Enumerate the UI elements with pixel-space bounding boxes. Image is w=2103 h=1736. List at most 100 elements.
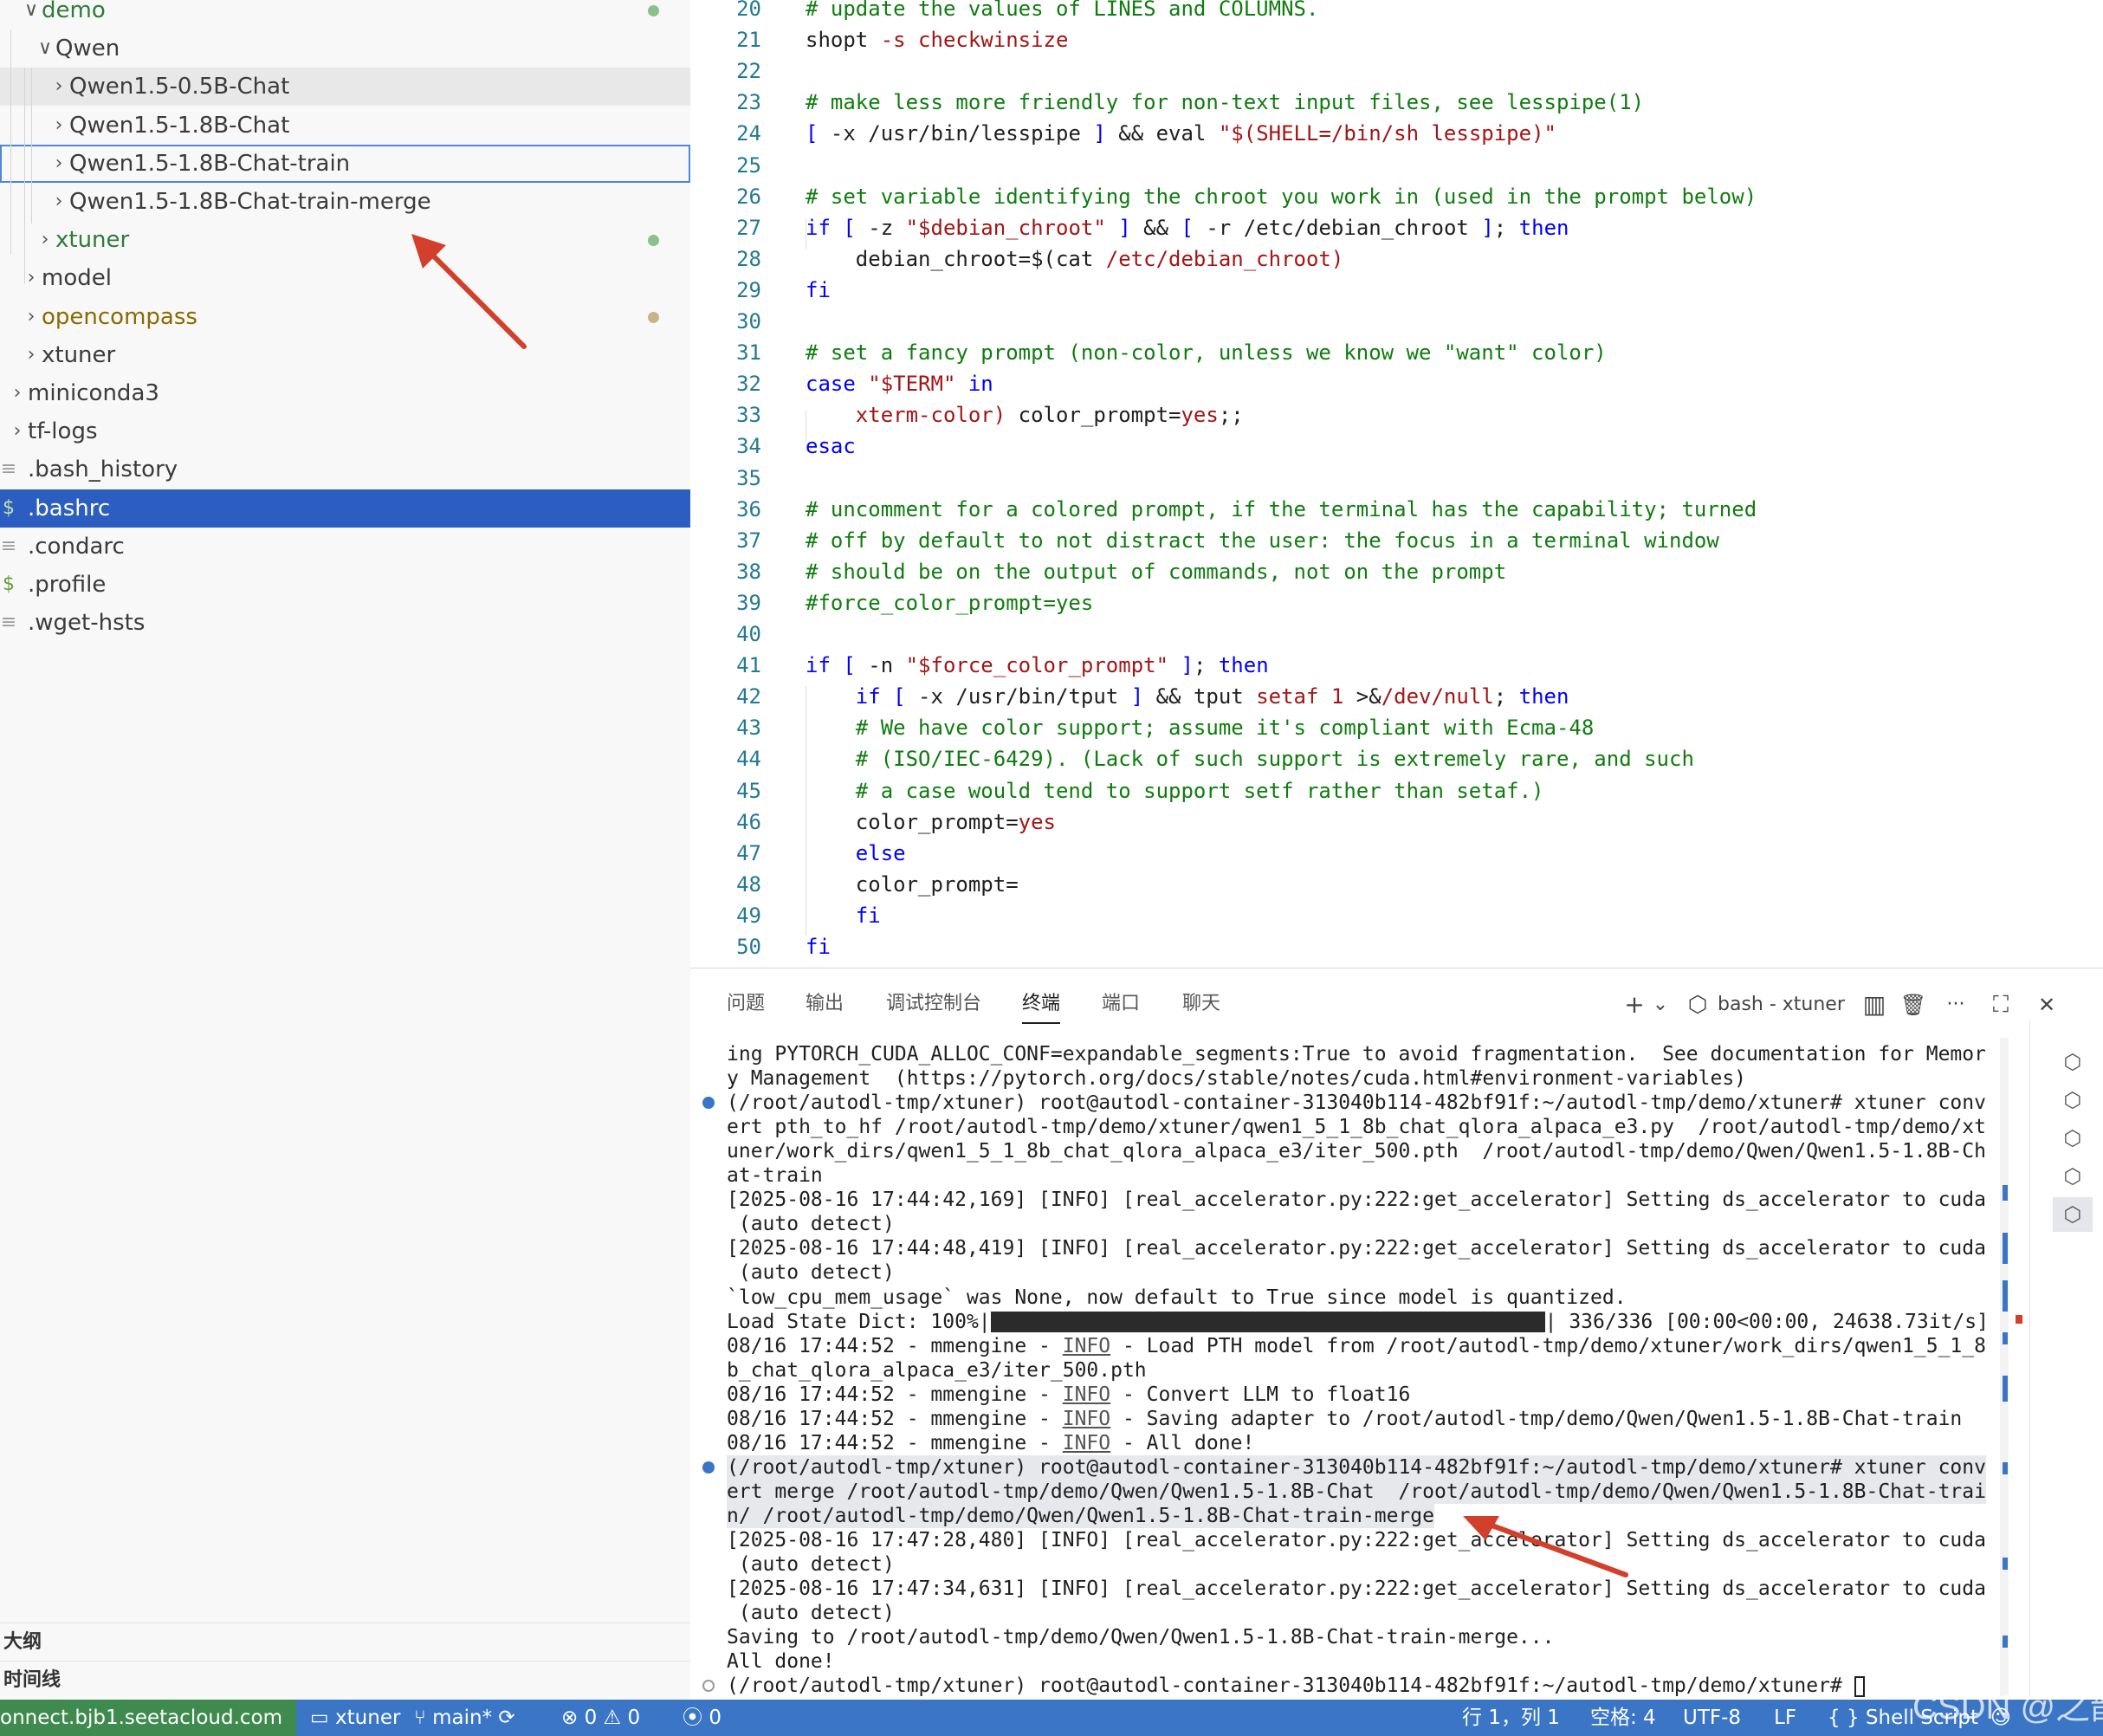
tree-item[interactable]: ∨ Qwen (0, 29, 690, 68)
code-line[interactable]: 33 xterm-color) color_prompt=yes;; (690, 399, 2103, 431)
line-source: # uncomment for a colored prompt, if the… (806, 496, 1757, 521)
code-line[interactable]: 23 # make less more friendly for non-text… (690, 87, 2103, 118)
chevron-down-icon[interactable]: ⌄ (1650, 988, 1671, 1022)
text-file-icon: ≡ (0, 534, 17, 557)
terminal-instance-icon[interactable]: ⬡ (2053, 1121, 2093, 1156)
new-terminal-icon[interactable]: + (1617, 988, 1652, 1022)
code-line[interactable]: 49 fi (690, 900, 2103, 931)
panel-tab[interactable]: 终端 (1022, 986, 1061, 1024)
terminal-instance-icon[interactable]: ⬡ (2053, 1045, 2093, 1079)
tree-item[interactable]: ≡ .wget-hsts (0, 604, 690, 642)
terminal-instance-icon[interactable]: ⬡ (2053, 1083, 2093, 1117)
code-line[interactable]: 40 (690, 619, 2103, 650)
tree-item[interactable]: › Qwen1.5-1.8B-Chat-train (0, 144, 690, 183)
tree-item[interactable]: ≡ .condarc (0, 528, 690, 566)
split-terminal-icon[interactable]: ▥ (1857, 988, 1892, 1022)
code-line[interactable]: 27 if [ -z "$debian_chroot" ] && [ -r /et… (690, 212, 2103, 243)
monitor-icon: ▭ (310, 1707, 329, 1729)
code-line[interactable]: 28 debian_chroot=$(cat /etc/debian_chroo… (690, 243, 2103, 275)
terminal-instance-icon[interactable]: ⬡ (2053, 1159, 2093, 1194)
outline-section-header[interactable]: 大纲 (0, 1623, 690, 1661)
close-panel-icon[interactable]: ✕ (2029, 988, 2064, 1022)
tree-item[interactable]: › model (0, 259, 690, 297)
terminal-scrollbar[interactable] (2000, 1038, 2009, 1696)
sync-icon[interactable]: ⟳ (498, 1707, 514, 1729)
tree-item[interactable]: › miniconda3 (0, 374, 690, 412)
tree-item[interactable]: › tf-logs (0, 412, 690, 450)
code-line[interactable]: 42 if [ -x /usr/bin/tput ] && tput setaf… (690, 681, 2103, 712)
tree-item-label: Qwen1.5-1.8B-Chat-train-merge (69, 189, 431, 215)
code-line[interactable]: 38 # should be on the output of commands,… (690, 556, 2103, 587)
remote-indicator[interactable]: onnect.bjb1.seetacloud.com (0, 1700, 296, 1736)
code-line[interactable]: 43 # We have color support; assume it's … (690, 712, 2103, 743)
warning-count: 0 (627, 1707, 641, 1729)
tree-item[interactable]: ≡ .bash_history (0, 450, 690, 489)
line-number: 39 (736, 590, 761, 615)
workspace-indicator[interactable]: ▭ xtuner (310, 1700, 400, 1736)
tree-item[interactable]: $ .bashrc (0, 489, 690, 528)
code-line[interactable]: 29 fi (690, 275, 2103, 306)
more-icon[interactable]: ··· (1934, 988, 1977, 1022)
panel-tab[interactable]: 输出 (806, 986, 844, 1022)
code-line[interactable]: 25 (690, 150, 2103, 181)
code-line[interactable]: 26 # set variable identifying the chroot … (690, 181, 2103, 212)
code-line[interactable]: 47 else (690, 838, 2103, 869)
code-line[interactable]: 48 color_prompt= (690, 869, 2103, 900)
tree-item[interactable]: › xtuner (0, 336, 690, 374)
terminal-instance-icon[interactable]: ⬡ (2053, 1197, 2093, 1232)
indentation[interactable]: 空格: 4 (1590, 1700, 1656, 1736)
trash-icon[interactable]: 🗑 (1896, 988, 1931, 1022)
tree-item[interactable]: $ .profile (0, 566, 690, 604)
line-source: fi (806, 277, 831, 302)
code-line[interactable]: 44 # (ISO/IEC-6429). (Lack of such suppo… (690, 743, 2103, 774)
command-decoration-dot[interactable] (702, 1097, 715, 1110)
code-line[interactable]: 31 # set a fancy prompt (non-color, unles… (690, 337, 2103, 368)
chevron-right-icon: › (55, 75, 63, 98)
tree-item[interactable]: › opencompass (0, 298, 690, 336)
code-line[interactable]: 35 (690, 463, 2103, 494)
code-editor[interactable]: 20 # update the values of LINES and COLUM… (690, 0, 2103, 968)
code-line[interactable]: 34 esac (690, 431, 2103, 462)
encoding[interactable]: UTF-8 (1683, 1700, 1741, 1736)
terminal-line: 08/16 17:44:52 - mmengine - INFO - All d… (727, 1431, 1255, 1454)
code-line[interactable]: 45 # a case would tend to support setf r… (690, 775, 2103, 806)
braces-icon: { } (1828, 1707, 1860, 1729)
command-decoration-dot[interactable] (702, 1461, 715, 1474)
end-of-line[interactable]: LF (1774, 1700, 1796, 1736)
code-line[interactable]: 32 case "$TERM" in (690, 368, 2103, 399)
panel-tab[interactable]: 端口 (1102, 986, 1140, 1022)
timeline-section-header[interactable]: 时间线 (0, 1661, 690, 1699)
panel-tab[interactable]: 调试控制台 (886, 986, 981, 1022)
panel-tab[interactable]: 聊天 (1182, 986, 1220, 1022)
tree-item[interactable]: › xtuner (0, 221, 690, 259)
code-line[interactable]: 30 (690, 306, 2103, 337)
tree-item[interactable]: ∨ demo (0, 0, 690, 29)
problems-indicator[interactable]: ⊗ 0 ⚠ 0 (561, 1700, 640, 1736)
code-line[interactable]: 37 # off by default to not distract the u… (690, 525, 2103, 556)
code-line[interactable]: 50 fi (690, 931, 2103, 962)
maximize-panel-icon[interactable]: ⛶ (1983, 988, 2018, 1022)
code-line[interactable]: 22 (690, 55, 2103, 87)
chevron-right-icon: › (55, 113, 63, 136)
tree-item[interactable]: › Qwen1.5-1.8B-Chat (0, 107, 690, 145)
code-line[interactable]: 39 #force_color_prompt=yes (690, 587, 2103, 619)
terminal-line: (/root/autodl-tmp/xtuner) root@autodl-co… (727, 1091, 1986, 1115)
panel-tab[interactable]: 问题 (727, 986, 765, 1022)
code-line[interactable]: 36 # uncomment for a colored prompt, if t… (690, 494, 2103, 525)
branch-indicator[interactable]: ⑂ main* ⟳ (414, 1700, 515, 1736)
outline-label: 大纲 (3, 1631, 42, 1653)
line-source: #force_color_prompt=yes (806, 590, 1094, 615)
ports-indicator[interactable]: ⦿ 0 (683, 1700, 721, 1736)
terminal-cursor (1854, 1675, 1865, 1697)
terminal-name[interactable]: bash - xtuner (1718, 988, 1856, 1022)
code-line[interactable]: 20 # update the values of LINES and COLUM… (690, 0, 2103, 24)
code-line[interactable]: 21 shopt -s checkwinsize (690, 24, 2103, 55)
command-decoration-dot[interactable] (702, 1680, 715, 1693)
tree-item[interactable]: › Qwen1.5-0.5B-Chat (0, 68, 690, 107)
cursor-position[interactable]: 行 1，列 1 (1462, 1700, 1560, 1736)
code-line[interactable]: 46 color_prompt=yes (690, 806, 2103, 838)
line-number: 23 (736, 90, 761, 115)
code-line[interactable]: 41 if [ -n "$force_color_prompt" ]; then (690, 650, 2103, 681)
tree-item[interactable]: › Qwen1.5-1.8B-Chat-train-merge (0, 183, 690, 221)
code-line[interactable]: 24 [ -x /usr/bin/lesspipe ] && eval "$(SH… (690, 118, 2103, 149)
